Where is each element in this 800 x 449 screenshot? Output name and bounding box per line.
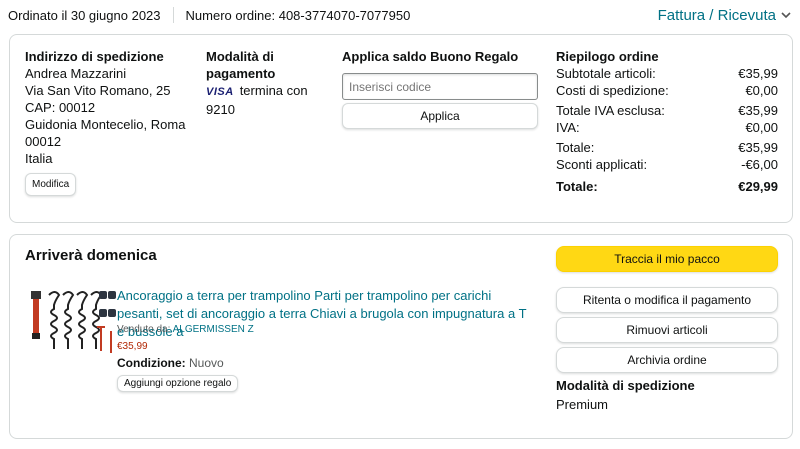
summary-row: IVA: €0,00 [556,119,778,136]
summary-row: Costi di spedizione: €0,00 [556,82,778,99]
summary-value: €35,99 [738,103,778,118]
summary-row: Subtotale articoli: €35,99 [556,65,778,82]
summary-row: Totale: €35,99 [556,139,778,156]
address-line: 00012 [25,134,62,149]
order-number: Numero ordine: 408-3774070-7077950 [185,7,411,23]
invoice-link[interactable]: Fattura / Ricevuta [658,7,792,24]
order-summary: Riepilogo ordine Subtotale articoli: €35,… [556,48,778,195]
address-line: Guidonia Montecelio, Roma [25,117,186,132]
summary-value: €0,00 [745,120,778,135]
summary-value: €35,99 [738,66,778,81]
sold-by: Venduto da: ALGERMISSEN Z [117,324,254,335]
summary-label: Totale IVA esclusa: [556,103,665,118]
seller-link[interactable]: ALGERMISSEN Z [173,324,254,335]
remove-items-button[interactable]: Rimuovi articoli [556,317,778,343]
track-package-button[interactable]: Traccia il mio pacco [556,246,778,272]
order-date: Ordinato il 30 giugno 2023 [8,7,161,23]
address-line: CAP: 00012 [25,100,96,115]
summary-label: Subtotale articoli: [556,66,656,81]
product-price: €35,99 [117,341,148,352]
total-value: €29,99 [738,179,778,194]
payment-method-title: Modalità di pagamento [206,49,276,81]
total-label: Totale: [556,179,598,194]
shipping-address: Indirizzo di spedizione Andrea Mazzarini… [25,48,190,196]
condition-value: Nuovo [189,356,224,370]
shipping-method-title: Modalità di spedizione [556,378,695,393]
order-actions: Traccia il mio pacco Ritenta o modifica … [556,246,778,412]
address-line: Italia [25,151,53,166]
retry-payment-button[interactable]: Ritenta o modifica il pagamento [556,287,778,313]
order-summary-title: Riepilogo ordine [556,49,659,64]
order-details-card: Indirizzo di spedizione Andrea Mazzarini… [9,34,793,223]
order-header: Ordinato il 30 giugno 2023 Numero ordine… [8,0,792,30]
product-condition: Condizione: Nuovo [117,356,224,370]
gift-code-input[interactable] [342,73,538,100]
summary-label: IVA: [556,120,580,135]
payment-card: VISA termina con 9210 [206,82,326,119]
arrival-status: Arriverà domenica [25,247,157,264]
summary-label: Sconti applicati: [556,157,648,172]
summary-row: Totale IVA esclusa: €35,99 [556,102,778,119]
chevron-down-icon [781,12,791,19]
summary-label: Costi di spedizione: [556,83,669,98]
shipping-method-value: Premium [556,397,609,412]
shipping-address-title: Indirizzo di spedizione [25,49,164,64]
condition-label: Condizione: [117,356,186,370]
summary-row: Sconti applicati: -€6,00 [556,156,778,173]
payment-method: Modalità di pagamento VISA termina con 92… [206,48,326,119]
summary-value: €35,99 [738,140,778,155]
shipment-card: Arriverà domenica Ancoraggio a terra per… [9,234,793,439]
header-divider [172,7,174,23]
sold-by-label: Venduto da: [117,324,171,335]
product-image[interactable] [27,287,117,365]
gift-card-title: Applica saldo Buono Regalo [342,49,519,64]
address-line: Via San Vito Romano, 25 [25,83,171,98]
address-line: Andrea Mazzarini [25,66,127,81]
visa-icon: VISA [206,86,234,98]
archive-order-button[interactable]: Archivia ordine [556,347,778,373]
gift-card-section: Applica saldo Buono Regalo Applica [342,48,538,129]
invoice-link-label: Fattura / Ricevuta [657,6,776,24]
apply-gift-button[interactable]: Applica [342,103,538,129]
add-gift-option-button[interactable]: Aggiungi opzione regalo [117,375,239,392]
edit-address-button[interactable]: Modifica [25,173,77,196]
summary-value: €0,00 [745,83,778,98]
summary-total-row: Totale: €29,99 [556,178,778,195]
summary-value: -€6,00 [741,157,778,172]
summary-label: Totale: [556,140,595,155]
